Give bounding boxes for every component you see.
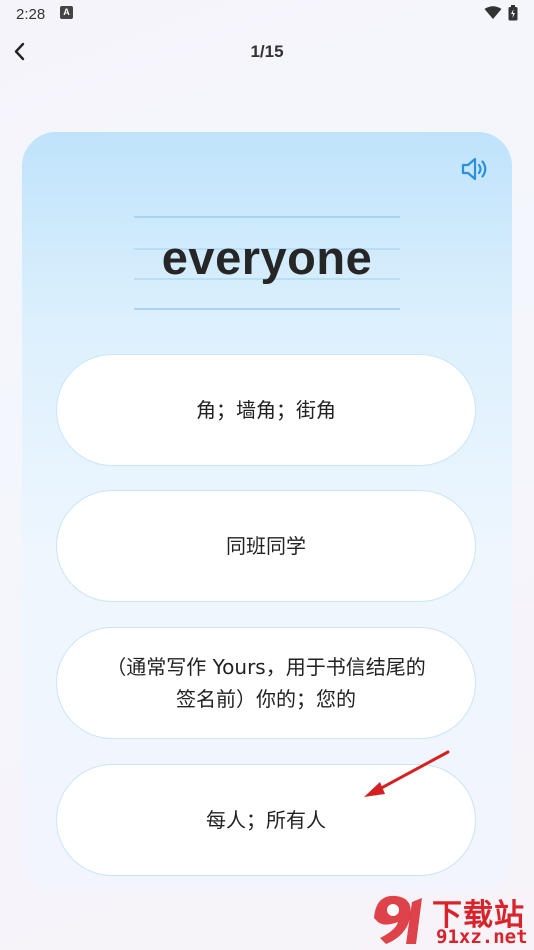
- word-display: everyone: [134, 216, 400, 310]
- answer-option-1[interactable]: 角；墙角；街角: [56, 354, 476, 466]
- answer-option-label: 角；墙角；街角: [196, 398, 336, 422]
- battery-icon: [508, 5, 518, 21]
- status-time: 2:28: [16, 6, 46, 23]
- word-guideline: [134, 216, 400, 218]
- wifi-icon: [484, 6, 502, 19]
- answer-option-2[interactable]: 同班同学: [56, 490, 476, 602]
- watermark: 下载站 91xz.net: [366, 888, 534, 950]
- vocab-word: everyone: [161, 231, 373, 284]
- speaker-icon[interactable]: [460, 156, 490, 182]
- answer-option-label: 每人；所有人: [206, 808, 326, 832]
- annotation-arrow-icon: [364, 750, 450, 797]
- status-bar: 2:28 A: [0, 0, 534, 28]
- answer-option-3[interactable]: （通常写作 Yours，用于书信结尾的签名前）你的；您的: [56, 627, 476, 739]
- progress-counter: 1/15: [250, 42, 284, 61]
- answer-option-label: 同班同学: [226, 534, 306, 558]
- word-guideline: [134, 308, 400, 310]
- header: 1/15: [0, 30, 534, 74]
- notification-icon: A: [60, 6, 73, 19]
- answer-option-label: （通常写作 Yours，用于书信结尾的签名前）你的；您的: [106, 655, 426, 711]
- watermark-logo-icon: [374, 895, 422, 944]
- watermark-domain: 91xz.net: [436, 926, 528, 948]
